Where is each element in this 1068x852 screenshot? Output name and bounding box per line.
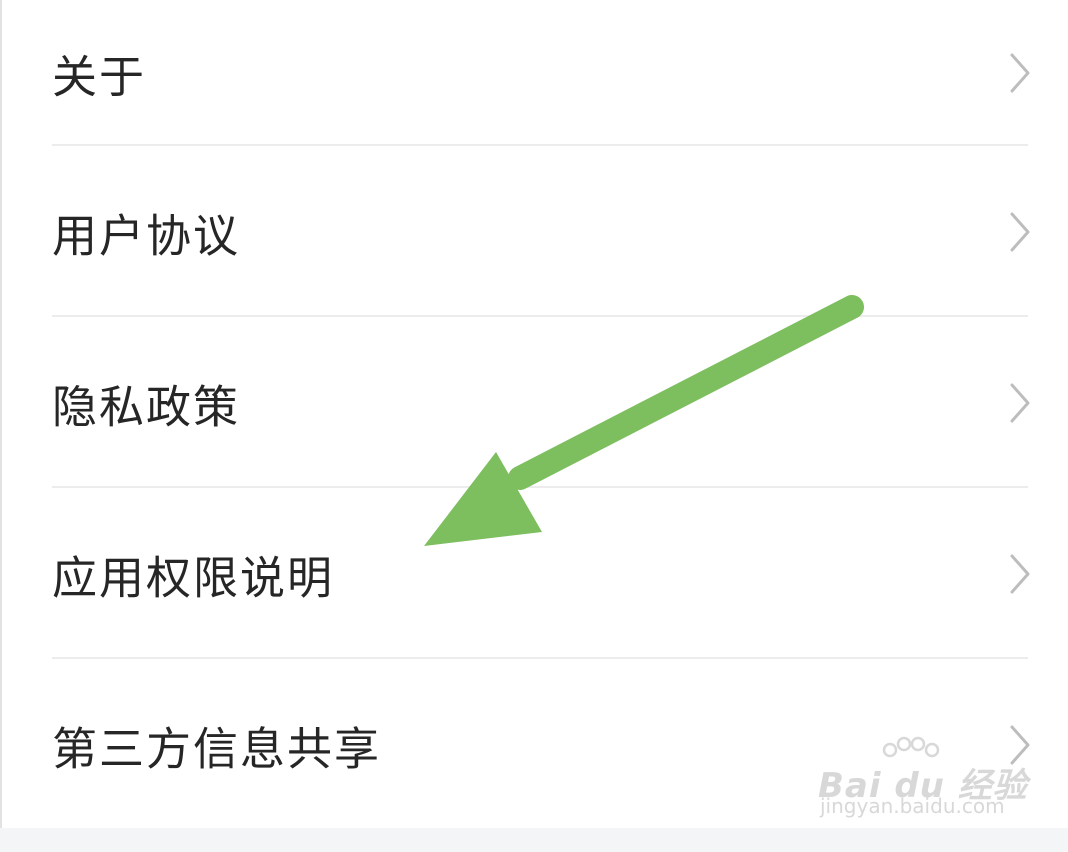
menu-item-label: 关于 bbox=[52, 50, 147, 104]
chevron-right-icon bbox=[1010, 383, 1030, 422]
chevron-right-icon bbox=[1010, 53, 1030, 93]
baidu-jingyan-watermark: Bai du 经验 jingyan.baidu.com bbox=[818, 736, 1027, 832]
menu-item-app-permissions[interactable]: 应用权限说明 bbox=[0, 488, 1068, 659]
menu-item-label: 应用权限说明 bbox=[52, 551, 335, 604]
menu-item-user-agreement[interactable]: 用户协议 bbox=[0, 146, 1068, 317]
menu-item-label: 第三方信息共享 bbox=[52, 722, 382, 775]
menu-item-label: 用户协议 bbox=[52, 209, 241, 262]
watermark-url: jingyan.baidu.com bbox=[820, 794, 1005, 818]
menu-item-about[interactable]: 关于 bbox=[0, 0, 1068, 146]
menu-item-privacy-policy[interactable]: 隐私政策 bbox=[0, 317, 1068, 488]
chevron-right-icon bbox=[1010, 554, 1030, 593]
chevron-right-icon bbox=[1010, 212, 1030, 251]
settings-screen: 关于 用户协议 隐私政策 应用权限说明 第三方信息共享 Bai du 经验 ji… bbox=[0, 0, 1068, 852]
menu-item-label: 隐私政策 bbox=[52, 380, 241, 433]
settings-menu-list: 关于 用户协议 隐私政策 应用权限说明 第三方信息共享 bbox=[0, 0, 1068, 830]
